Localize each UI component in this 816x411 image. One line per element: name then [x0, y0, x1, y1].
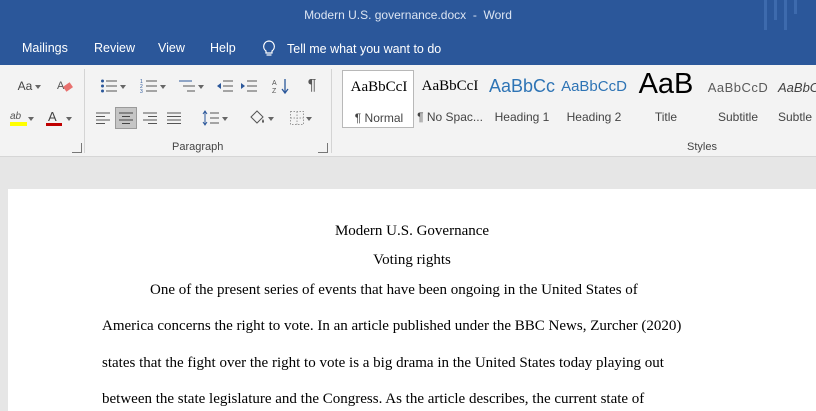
highlight-color-button[interactable]: ab	[2, 107, 36, 129]
change-case-label: Aa	[17, 79, 33, 93]
style-heading-2[interactable]: AaBbCcD Heading 2	[558, 70, 630, 128]
style-heading-1[interactable]: AaBbCc Heading 1	[486, 70, 558, 128]
svg-text:3: 3	[140, 89, 143, 94]
font-color-button[interactable]: A	[38, 107, 72, 129]
document-subtitle: Voting rights	[373, 252, 451, 268]
align-center-icon	[119, 112, 133, 124]
style-sample: AaBbCcD	[707, 80, 769, 95]
clear-formatting-button[interactable]: A	[54, 76, 76, 96]
chevron-down-icon	[35, 85, 41, 89]
style-sample: AaBbCcI	[421, 78, 479, 94]
style-sample: AaBbC	[778, 80, 816, 95]
borders-button[interactable]	[280, 107, 314, 129]
tell-me-search[interactable]: Tell me what you want to do	[262, 40, 441, 57]
style-subtle-emphasis[interactable]: AaBbC Subtle	[774, 70, 816, 128]
title-bar: Modern U.S. governance.docx - Word	[0, 0, 816, 32]
window-title: Modern U.S. governance.docx - Word	[304, 8, 512, 22]
style-subtitle[interactable]: AaBbCcD Subtitle	[702, 70, 774, 128]
change-case-button[interactable]: Aa	[8, 77, 42, 95]
style-sample: AaBbCcI	[350, 79, 408, 95]
styles-gallery: AaBbCcI ¶ Normal AaBbCcI ¶ No Spac... Aa…	[338, 68, 816, 132]
align-left-icon	[96, 112, 110, 124]
paragraph-line: America concerns the right to vote. In a…	[102, 318, 682, 334]
chevron-down-icon	[66, 117, 72, 121]
shading-button[interactable]	[240, 107, 274, 129]
tab-help[interactable]: Help	[210, 41, 236, 55]
document-page[interactable]: Modern U.S. Governance Voting rights One…	[8, 189, 816, 411]
chevron-down-icon	[222, 117, 228, 121]
highlighter-icon: ab	[10, 111, 27, 126]
svg-text:A: A	[48, 109, 57, 124]
style-name: Heading 1	[494, 110, 550, 124]
align-center-button[interactable]	[115, 107, 137, 129]
eraser-icon: A	[57, 80, 73, 92]
chevron-down-icon	[160, 85, 166, 89]
bullet-list-icon	[101, 79, 117, 93]
group-separator	[331, 69, 332, 153]
style-no-spacing[interactable]: AaBbCcI ¶ No Spac...	[414, 70, 486, 128]
svg-text:A: A	[272, 80, 277, 87]
numbered-list-icon: 123	[140, 79, 157, 94]
borders-icon	[290, 111, 304, 125]
chevron-down-icon	[306, 117, 312, 121]
sort-icon: AZ	[272, 79, 289, 95]
chevron-down-icon	[268, 117, 274, 121]
tab-mailings[interactable]: Mailings	[22, 41, 68, 55]
multilevel-list-button[interactable]	[170, 75, 204, 97]
ribbon-tabs: Mailings Review View Help Tell me what y…	[0, 32, 816, 65]
chevron-down-icon	[198, 85, 204, 89]
line-spacing-icon	[202, 110, 219, 126]
style-name: Title	[654, 110, 678, 124]
font-dialog-launcher[interactable]	[72, 143, 82, 153]
group-separator	[84, 69, 85, 153]
style-name: ¶ No Spac...	[417, 110, 483, 124]
style-sample: AaB	[638, 68, 694, 100]
chevron-down-icon	[120, 85, 126, 89]
style-name: Subtitle	[717, 110, 759, 124]
tab-view[interactable]: View	[158, 41, 185, 55]
paragraph-line: between the state legislature and the Co…	[102, 391, 645, 407]
tab-review[interactable]: Review	[94, 41, 135, 55]
paragraph-line: states that the fight over the right to …	[102, 355, 664, 371]
line-spacing-button[interactable]	[194, 107, 228, 129]
style-sample: AaBbCc	[488, 76, 556, 96]
align-right-icon	[143, 112, 157, 124]
paragraph-group-label: Paragraph	[172, 141, 224, 153]
style-name: Subtle	[778, 110, 813, 124]
styles-group-label: Styles	[687, 141, 717, 153]
align-right-button[interactable]	[139, 107, 161, 129]
style-title[interactable]: AaB Title	[630, 68, 702, 128]
paint-bucket-icon	[250, 110, 264, 124]
tell-me-text: Tell me what you want to do	[287, 41, 442, 56]
title-bar-decoration	[756, 0, 816, 32]
justify-button[interactable]	[163, 107, 185, 129]
document-title: Modern U.S. Governance	[334, 223, 490, 239]
svg-text:A: A	[57, 80, 65, 92]
increase-indent-button[interactable]	[238, 75, 260, 97]
chevron-down-icon	[28, 117, 34, 121]
style-name: ¶ Normal	[354, 111, 404, 125]
style-name: Heading 2	[566, 110, 622, 124]
align-left-button[interactable]	[92, 107, 114, 129]
paragraph-dialog-launcher[interactable]	[318, 143, 328, 153]
paragraph-line: One of the present series of events that…	[150, 282, 638, 298]
show-formatting-marks-button[interactable]: ¶	[301, 75, 323, 97]
multilevel-list-icon	[179, 80, 195, 92]
style-normal[interactable]: AaBbCcI ¶ Normal	[342, 70, 414, 128]
document-area[interactable]: Modern U.S. Governance Voting rights One…	[0, 157, 816, 411]
style-sample: AaBbCcD	[561, 78, 627, 95]
increase-indent-icon	[241, 80, 257, 92]
decrease-indent-icon	[217, 80, 233, 92]
decrease-indent-button[interactable]	[214, 75, 236, 97]
svg-text:ab: ab	[10, 111, 22, 122]
bullets-button[interactable]	[92, 75, 126, 97]
sort-button[interactable]: AZ	[270, 75, 292, 97]
lightbulb-icon	[263, 40, 275, 56]
numbering-button[interactable]: 123	[132, 75, 166, 97]
justify-icon	[167, 112, 181, 124]
font-color-icon: A	[46, 109, 62, 126]
pilcrow-icon: ¶	[307, 77, 317, 94]
svg-text:Z: Z	[272, 88, 277, 95]
